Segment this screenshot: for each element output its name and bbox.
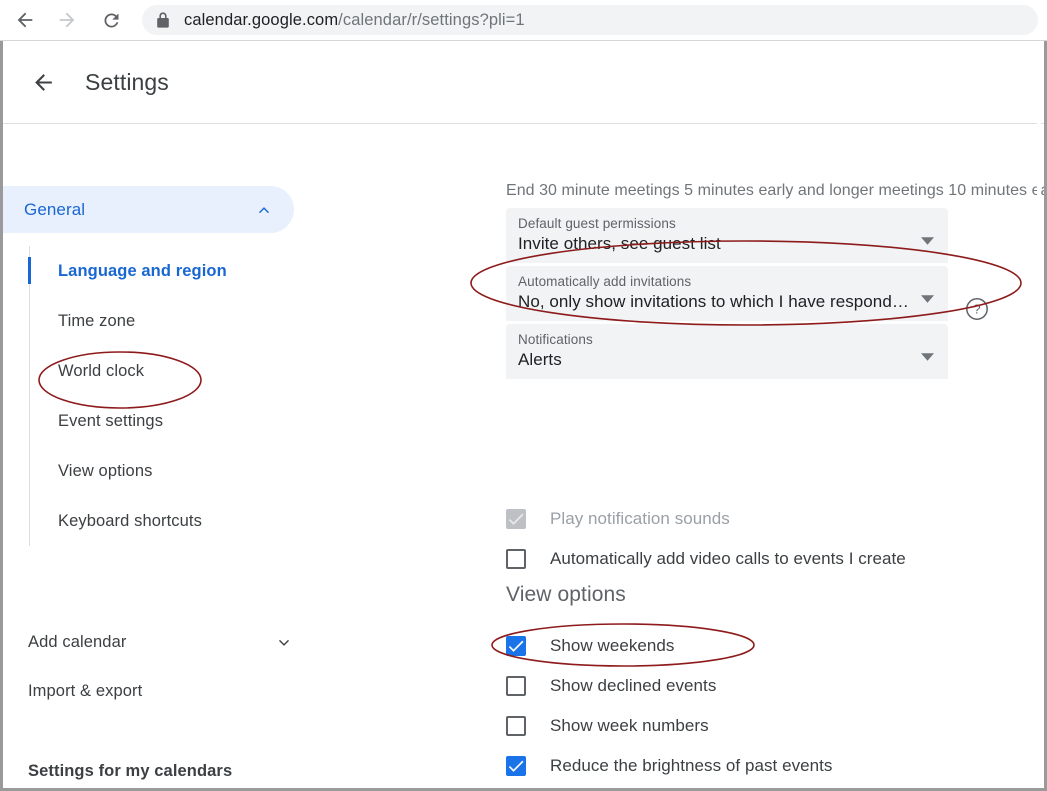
sidebar-item-label: View options <box>58 461 153 480</box>
sidebar-item-label: World clock <box>58 361 145 380</box>
sidebar-heading-my-calendars: Settings for my calendars <box>28 762 233 780</box>
sidebar-item-label: Keyboard shortcuts <box>58 511 202 530</box>
checkbox-show-declined-events[interactable]: Show declined events <box>506 676 716 696</box>
checkbox-reduce-brightness-past-events[interactable]: Reduce the brightness of past events <box>506 756 832 776</box>
field-value: No, only show invitations to which I hav… <box>518 292 909 311</box>
checkbox-checked-icon[interactable] <box>506 636 526 656</box>
sidebar-item-label: Add calendar <box>28 632 127 651</box>
checkbox-play-notification-sounds: Play notification sounds <box>506 509 730 529</box>
checkbox-label: Automatically add video calls to events … <box>550 549 906 568</box>
address-bar[interactable]: calendar.google.com/calendar/r/settings?… <box>142 5 1038 35</box>
sidebar-item-add-calendar[interactable]: Add calendar <box>28 632 294 652</box>
sidebar-item-label: Language and region <box>58 261 227 280</box>
checkbox-label: Play notification sounds <box>550 509 730 528</box>
scrollbar-track[interactable] <box>1037 41 1041 788</box>
url-domain: calendar.google.com <box>184 10 339 29</box>
page-viewport: Settings General Language and region Tim… <box>0 41 1047 791</box>
checkbox-checked-icon[interactable] <box>506 756 526 776</box>
checkbox-label: Reduce the brightness of past events <box>550 756 833 775</box>
field-automatically-add-invitations[interactable]: Automatically add invitations No, only s… <box>506 266 948 321</box>
field-notifications[interactable]: Notifications Alerts <box>506 324 948 379</box>
sidebar-item-event-settings[interactable]: Event settings <box>30 396 294 446</box>
section-title-view-options: View options <box>506 583 626 606</box>
browser-window: calendar.google.com/calendar/r/settings?… <box>0 0 1047 791</box>
sidebar-item-general[interactable]: General <box>3 186 294 233</box>
url-text: calendar.google.com/calendar/r/settings?… <box>184 11 525 30</box>
sidebar-subnav: Language and region Time zone World cloc… <box>28 246 294 546</box>
field-label: Notifications <box>518 332 593 347</box>
checkbox-auto-add-video-calls[interactable]: Automatically add video calls to events … <box>506 549 906 569</box>
browser-toolbar: calendar.google.com/calendar/r/settings?… <box>0 0 1047 41</box>
checkbox-unchecked-icon[interactable] <box>506 549 526 569</box>
field-label: Default guest permissions <box>518 216 676 231</box>
sidebar-item-general-label: General <box>24 199 86 219</box>
dropdown-caret-icon[interactable] <box>921 232 934 250</box>
checkbox-show-week-numbers[interactable]: Show week numbers <box>506 716 709 736</box>
settings-back-icon[interactable] <box>28 67 58 97</box>
sidebar-item-time-zone[interactable]: Time zone <box>30 296 294 346</box>
svg-text:?: ? <box>973 302 980 317</box>
settings-header: Settings <box>3 41 1044 124</box>
checkbox-label: Show declined events <box>550 676 717 695</box>
sidebar-item-label: Import & export <box>28 682 143 700</box>
sidebar-item-keyboard-shortcuts[interactable]: Keyboard shortcuts <box>30 496 294 546</box>
checkbox-label: Show week numbers <box>550 716 709 735</box>
reload-icon[interactable] <box>94 3 128 37</box>
sidebar-item-view-options[interactable]: View options <box>30 446 294 496</box>
help-circle-icon[interactable]: ? <box>965 297 989 326</box>
sidebar-item-label: Event settings <box>58 411 164 430</box>
forward-icon <box>50 3 84 37</box>
field-default-guest-permissions[interactable]: Default guest permissions Invite others,… <box>506 208 948 263</box>
field-value: Alerts <box>518 350 562 369</box>
checkbox-show-weekends[interactable]: Show weekends <box>506 636 674 656</box>
dropdown-caret-icon[interactable] <box>921 290 934 308</box>
chevron-down-icon[interactable] <box>274 632 294 652</box>
sidebar-item-import-export[interactable]: Import & export <box>28 682 142 701</box>
checkbox-checked-disabled-icon <box>506 509 526 529</box>
dropdown-caret-icon[interactable] <box>921 348 934 366</box>
settings-main-content: End 30 minute meetings 5 minutes early a… <box>298 125 1044 788</box>
field-label: Automatically add invitations <box>518 274 692 289</box>
sidebar-item-world-clock[interactable]: World clock <box>30 346 294 396</box>
checkbox-unchecked-icon[interactable] <box>506 676 526 696</box>
lock-icon <box>156 12 170 28</box>
url-path: /calendar/r/settings?pli=1 <box>338 10 525 29</box>
chevron-up-icon[interactable] <box>254 200 274 220</box>
checkbox-label: Show weekends <box>550 636 675 655</box>
settings-sidebar: General Language and region Time zone Wo… <box>3 125 298 788</box>
checkbox-unchecked-icon[interactable] <box>506 716 526 736</box>
page-title: Settings <box>85 68 169 95</box>
back-icon[interactable] <box>8 3 42 37</box>
speedy-meetings-text: End 30 minute meetings 5 minutes early a… <box>506 182 1047 199</box>
sidebar-item-language-and-region[interactable]: Language and region <box>28 246 294 296</box>
sidebar-item-label: Time zone <box>58 311 136 330</box>
field-value: Invite others, see guest list <box>518 234 721 253</box>
